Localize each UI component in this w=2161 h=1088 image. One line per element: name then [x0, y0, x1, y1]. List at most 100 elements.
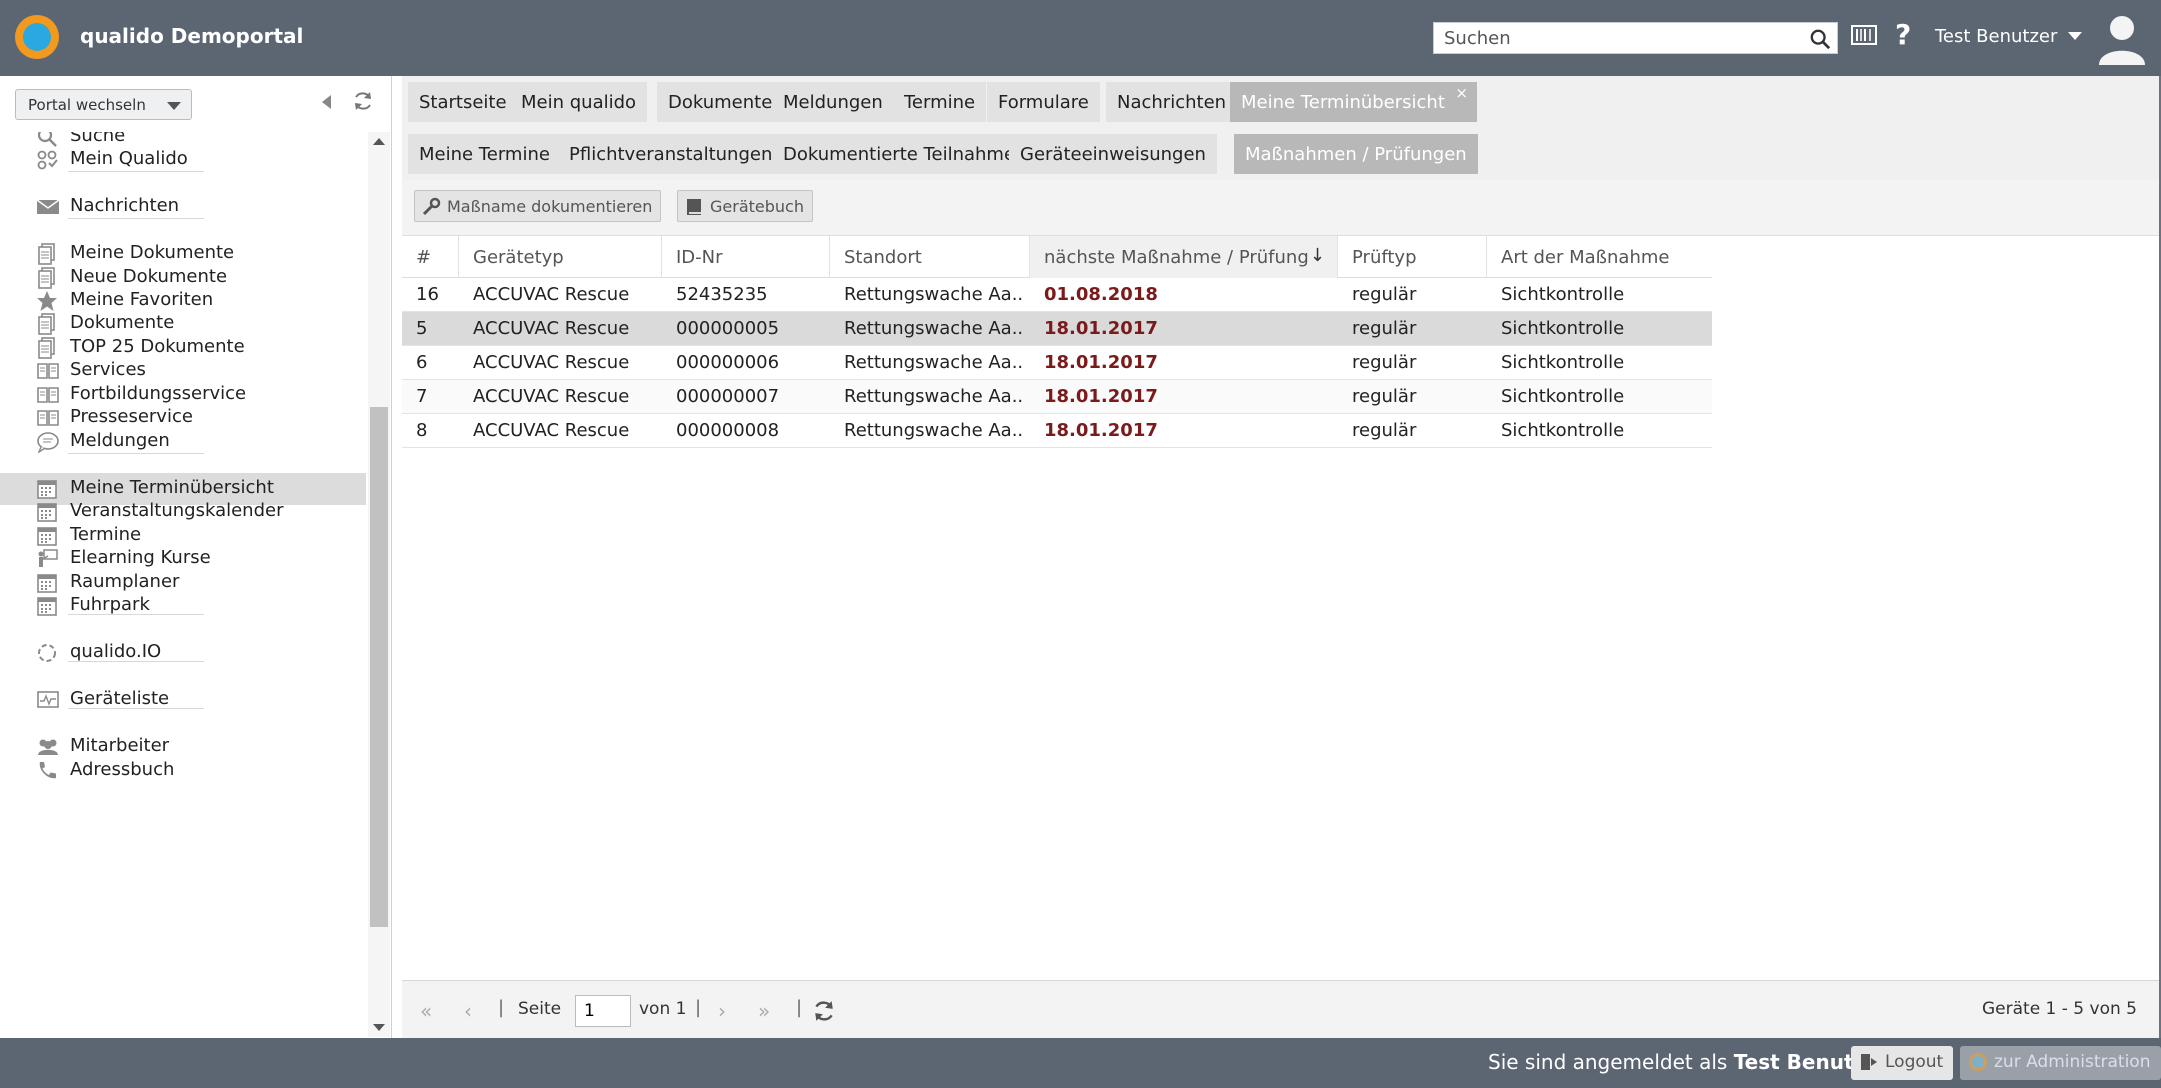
- sidebar-scrollbar[interactable]: [368, 132, 390, 1037]
- tab-maßnahmen-prüfungen[interactable]: Maßnahmen / Prüfungen: [1234, 134, 1478, 174]
- search-box: [1433, 22, 1838, 54]
- tab-geräteeinweisungen[interactable]: Geräteeinweisungen: [1009, 134, 1217, 174]
- sidebar-item-label: TOP 25 Dokumente: [70, 336, 245, 357]
- avatar-icon[interactable]: [2095, 10, 2150, 65]
- first-page-icon[interactable]: «: [420, 999, 432, 1023]
- table-cell: regulär: [1352, 386, 1417, 407]
- table-row[interactable]: 16 ACCUVAC Rescue 52435235 Rettungswache Aa…: [402, 278, 1712, 312]
- sidebar-item-adressbuch[interactable]: Adressbuch: [0, 755, 366, 787]
- sidebar-item-label: Neue Dokumente: [70, 266, 228, 287]
- tab-label: Meine Termine: [419, 144, 550, 165]
- search-input[interactable]: [1434, 23, 1794, 53]
- next-check-date: 18.01.2017: [1044, 420, 1158, 441]
- pager-separator: |: [498, 997, 505, 1018]
- column-header[interactable]: Prüftyp: [1338, 236, 1487, 278]
- tab-label: Nachrichten: [1117, 92, 1227, 113]
- close-tab-icon[interactable]: ×: [1455, 84, 1468, 102]
- table-cell: regulär: [1352, 420, 1417, 441]
- table-cell: regulär: [1352, 284, 1417, 305]
- nav-divider: [68, 218, 204, 219]
- document-measure-button[interactable]: Maßname dokumentieren: [414, 190, 662, 222]
- speech-bubble-icon: [36, 431, 59, 454]
- logout-button[interactable]: Logout: [1851, 1046, 1954, 1080]
- sidebar-item-label: Meine Favoriten: [70, 289, 214, 310]
- monitor-icon: [36, 689, 59, 711]
- qualido-logo[interactable]: [15, 15, 59, 59]
- sub-tabbar: Meine Termine Pflichtveranstaltungen Dokum…: [402, 128, 2159, 180]
- scroll-up-arrow[interactable]: [373, 138, 385, 145]
- refresh-icon[interactable]: [812, 999, 836, 1023]
- sidebar-item-geräteliste[interactable]: Geräteliste: [0, 684, 366, 716]
- search-icon[interactable]: [1809, 28, 1831, 50]
- qualido-logo-icon: [1969, 1053, 1987, 1071]
- portal-switch-dropdown[interactable]: Portal wechseln: [15, 89, 192, 120]
- tab-meine-termine[interactable]: Meine Termine: [408, 134, 561, 174]
- tab-termine[interactable]: Termine: [893, 82, 987, 122]
- calendar-icon: [36, 595, 58, 617]
- table-cell: Sichtkontrolle: [1501, 386, 1625, 407]
- tab-pflichtveranstaltungen[interactable]: Pflichtveranstaltungen: [558, 134, 784, 174]
- user-name[interactable]: Test Benutzer: [1935, 26, 2057, 47]
- admin-button[interactable]: zur Administration: [1960, 1046, 2161, 1080]
- collapse-sidebar-icon[interactable]: [322, 95, 331, 109]
- tab-mein-qualido[interactable]: Mein qualido: [510, 82, 648, 122]
- table-cell: ACCUVAC Rescue: [473, 420, 630, 441]
- pager-separator: |: [796, 997, 803, 1018]
- help-icon[interactable]: ?: [1895, 18, 1911, 51]
- sidebar-item-label: Nachrichten: [70, 195, 180, 216]
- column-header[interactable]: Gerätetyp: [459, 236, 662, 278]
- table-row[interactable]: 8 ACCUVAC Rescue 000000008 Rettungswache Aa…: [402, 414, 1712, 448]
- chevron-down-icon[interactable]: [2067, 28, 2083, 44]
- table-row[interactable]: 7 ACCUVAC Rescue 000000007 Rettungswache Aa…: [402, 380, 1712, 414]
- table-cell: 000000008: [676, 420, 780, 441]
- tab-nachrichten[interactable]: Nachrichten: [1106, 82, 1238, 122]
- grid-toolbar: Maßname dokumentieren Gerätebuch: [402, 180, 2159, 236]
- column-header[interactable]: ID-Nr: [662, 236, 830, 278]
- tab-meldungen[interactable]: Meldungen: [772, 82, 894, 122]
- sidebar-item-label: Meine Terminübersicht: [70, 477, 274, 498]
- column-header[interactable]: Art der Maßnahme: [1487, 236, 1712, 278]
- sidebar-item-fuhrpark[interactable]: Fuhrpark: [0, 590, 366, 622]
- nav-divider: [68, 614, 204, 615]
- tab-label: Startseite: [419, 92, 507, 113]
- tab-formulare[interactable]: Formulare: [987, 82, 1100, 122]
- signed-in-text: Sie sind angemeldet als Test Benutzer: [1488, 1050, 1889, 1074]
- page-number-input[interactable]: [575, 995, 631, 1027]
- column-header[interactable]: nächste Maßnahme / Prüfung ↓: [1030, 236, 1338, 278]
- refresh-icon[interactable]: [352, 90, 374, 112]
- app-title: qualido Demoportal: [80, 24, 304, 48]
- table-cell: ACCUVAC Rescue: [473, 352, 630, 373]
- table-row[interactable]: 5 ACCUVAC Rescue 000000005 Rettungswache Aa…: [402, 312, 1712, 346]
- table-cell: Sichtkontrolle: [1501, 352, 1625, 373]
- scroll-down-arrow[interactable]: [373, 1024, 385, 1031]
- book-icon: [687, 199, 701, 215]
- next-page-icon[interactable]: ›: [718, 999, 726, 1023]
- mein-qualido-icon: [36, 149, 58, 171]
- column-header[interactable]: #: [402, 236, 459, 278]
- logbook-button[interactable]: Gerätebuch: [677, 190, 813, 222]
- nav-divider: [68, 171, 204, 172]
- sidebar-item-label: Termine: [70, 524, 142, 545]
- chevron-down-icon: [167, 102, 181, 110]
- table-cell: Rettungswache Aa...: [844, 386, 1024, 407]
- circle-dots-icon: [36, 642, 58, 664]
- tab-dokumente[interactable]: Dokumente: [657, 82, 784, 122]
- sidebar-item-label: Dokumente: [70, 312, 175, 333]
- column-header[interactable]: Standort: [830, 236, 1030, 278]
- tab-label: Geräteeinweisungen: [1020, 144, 1206, 165]
- column-header-label: Art der Maßnahme: [1501, 247, 1670, 268]
- sidebar-item-label: Services: [70, 359, 146, 380]
- barcode-icon[interactable]: [1851, 24, 1877, 46]
- table-cell: 16: [416, 284, 439, 305]
- prev-page-icon[interactable]: ‹: [464, 999, 472, 1023]
- sidebar-item-qualido-io[interactable]: qualido.IO: [0, 637, 366, 669]
- tab-dokumentierte-teilnahmen[interactable]: Dokumentierte Teilnahmen: [772, 134, 1038, 174]
- tab-meine-terminübersicht[interactable]: Meine Terminübersicht ×: [1230, 82, 1477, 122]
- table-cell: ACCUVAC Rescue: [473, 284, 630, 305]
- scrollbar-thumb[interactable]: [370, 407, 388, 927]
- table-row[interactable]: 6 ACCUVAC Rescue 000000006 Rettungswache Aa…: [402, 346, 1712, 380]
- tab-startseite[interactable]: Startseite: [408, 82, 518, 122]
- table-cell: 7: [416, 386, 428, 407]
- signed-in-prefix: Sie sind angemeldet als: [1488, 1050, 1728, 1074]
- last-page-icon[interactable]: »: [758, 999, 770, 1023]
